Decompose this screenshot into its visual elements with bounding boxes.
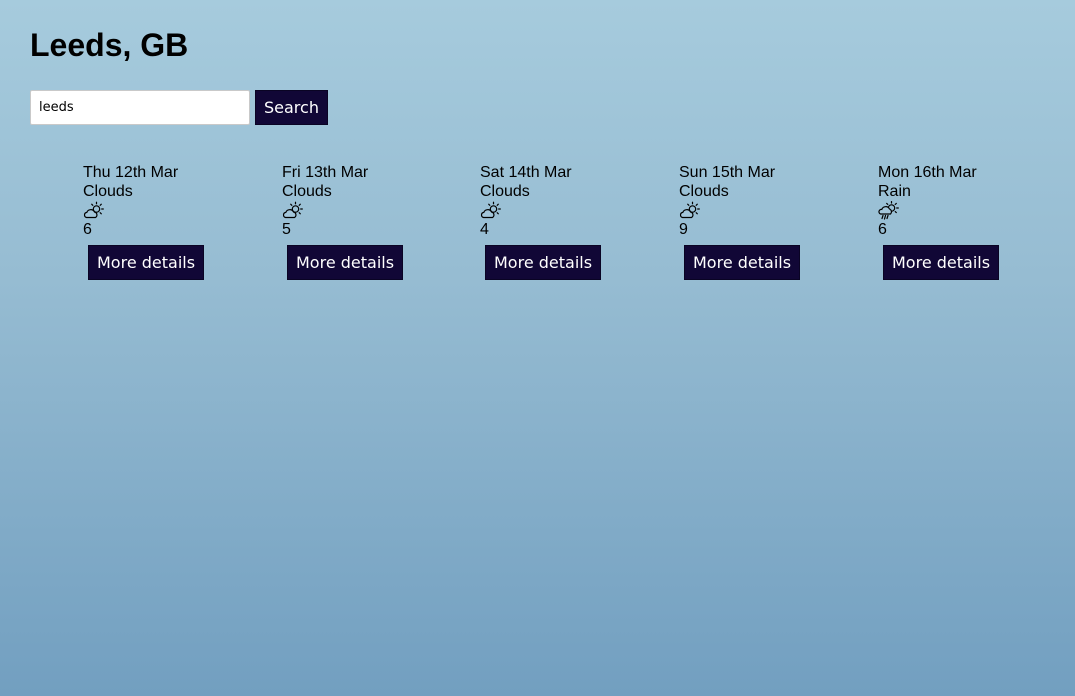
more-details-button[interactable]: More details xyxy=(88,245,205,280)
rain-sun-icon xyxy=(878,201,902,220)
partly-cloudy-icon xyxy=(83,201,107,220)
forecast-date: Thu 12th Mar xyxy=(83,164,179,181)
forecast-date: Fri 13th Mar xyxy=(282,164,369,181)
forecast-day: Sun 15th Mar Clouds 9 More details xyxy=(679,163,829,280)
forecast-description: Clouds xyxy=(480,183,530,200)
forecast-day: Thu 12th Mar Clouds 6 More details xyxy=(83,163,233,280)
forecast-date: Sun 15th Mar xyxy=(679,164,776,181)
forecast-day: Fri 13th Mar Clouds 5 More details xyxy=(282,163,432,280)
partly-cloudy-icon xyxy=(282,201,306,220)
forecast-temperature: 9 xyxy=(679,221,688,238)
forecast-temperature: 5 xyxy=(282,221,291,238)
partly-cloudy-icon xyxy=(679,201,703,220)
forecast-temperature: 6 xyxy=(83,221,92,238)
forecast-temperature: 4 xyxy=(480,221,489,238)
forecast-day: Mon 16th Mar Rain 6 More details xyxy=(878,163,1028,280)
forecast-day: Sat 14th Mar Clouds 4 More details xyxy=(480,163,630,280)
forecast-date: Mon 16th Mar xyxy=(878,164,977,181)
more-details-button[interactable]: More details xyxy=(287,245,404,280)
page-title: Leeds, GB xyxy=(30,27,189,63)
forecast-date: Sat 14th Mar xyxy=(480,164,572,181)
more-details-button[interactable]: More details xyxy=(684,245,801,280)
more-details-button[interactable]: More details xyxy=(485,245,602,280)
forecast-description: Clouds xyxy=(679,183,729,200)
search-button[interactable]: Search xyxy=(255,90,328,125)
partly-cloudy-icon xyxy=(480,201,504,220)
more-details-button[interactable]: More details xyxy=(883,245,1000,280)
search-input[interactable] xyxy=(30,90,250,125)
forecast-temperature: 6 xyxy=(878,221,887,238)
forecast-description: Clouds xyxy=(282,183,332,200)
search-form: Search xyxy=(30,90,328,125)
forecast-description: Rain xyxy=(878,183,911,200)
forecast-description: Clouds xyxy=(83,183,133,200)
forecast-list: Thu 12th Mar Clouds 6 More details Fri 1… xyxy=(0,163,1075,293)
